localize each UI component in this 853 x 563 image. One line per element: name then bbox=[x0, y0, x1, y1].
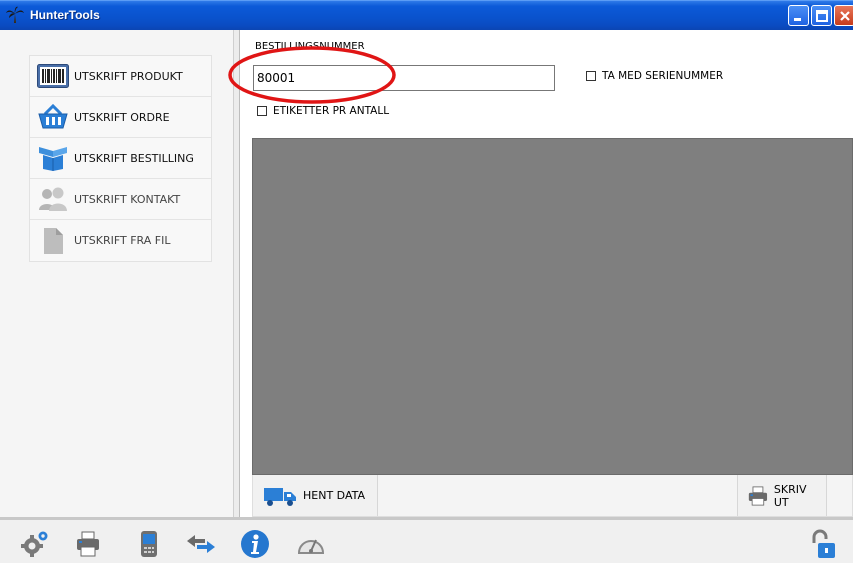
settings-button[interactable] bbox=[18, 528, 52, 560]
sync-button[interactable] bbox=[184, 528, 218, 560]
box-icon bbox=[36, 144, 70, 172]
checkbox-label: TA MED SERIENUMMER bbox=[602, 70, 724, 82]
sidebar-item-label: UTSKRIFT BESTILLING bbox=[74, 151, 194, 165]
printer-icon bbox=[77, 531, 99, 557]
highlight-ellipse bbox=[228, 46, 396, 104]
handheld-device-icon bbox=[141, 531, 157, 557]
close-button[interactable] bbox=[834, 5, 853, 26]
info-icon bbox=[241, 530, 269, 558]
print-button[interactable]: SKRIV UT bbox=[737, 475, 827, 516]
speedometer-icon bbox=[297, 539, 325, 554]
device-button[interactable] bbox=[132, 528, 166, 560]
print-label: SKRIV UT bbox=[773, 482, 807, 509]
unlock-button[interactable] bbox=[806, 528, 840, 560]
basket-icon bbox=[36, 103, 70, 131]
palm-tree-icon bbox=[6, 6, 24, 23]
sidebar-item-print-purchase[interactable]: UTSKRIFT BESTILLING bbox=[30, 138, 211, 179]
contacts-icon bbox=[36, 185, 70, 213]
maximize-icon bbox=[816, 10, 828, 22]
printer-toolbar-button[interactable] bbox=[71, 528, 105, 560]
sidebar-item-print-order[interactable]: UTSKRIFT ORDRE bbox=[30, 97, 211, 138]
delivery-truck-icon bbox=[264, 487, 296, 506]
printer-icon bbox=[748, 485, 768, 506]
minimize-icon bbox=[794, 18, 801, 21]
window-title: HunterTools bbox=[30, 8, 100, 22]
fetch-data-button[interactable]: HENT DATA bbox=[253, 475, 378, 516]
sidebar-item-label: UTSKRIFT FRA FIL bbox=[74, 234, 171, 247]
sidebar-item-print-from-file[interactable]: UTSKRIFT FRA FIL bbox=[30, 220, 211, 261]
speedometer-button[interactable] bbox=[294, 528, 328, 560]
include-serial-checkbox[interactable]: TA MED SERIENUMMER bbox=[586, 70, 723, 82]
settings-icon bbox=[21, 531, 48, 557]
bottom-toolbar bbox=[0, 517, 853, 563]
barcode-icon bbox=[36, 62, 70, 90]
close-icon bbox=[840, 11, 850, 21]
sidebar: UTSKRIFT PRODUKT UTSKRIFT ORDRE UTSKRIFT… bbox=[0, 30, 234, 517]
fetch-data-label: HENT DATA bbox=[303, 489, 366, 502]
info-button[interactable] bbox=[238, 528, 272, 560]
sidebar-item-label: UTSKRIFT ORDRE bbox=[74, 110, 170, 124]
checkbox-label: ETIKETTER PR ANTALL bbox=[273, 105, 390, 117]
maximize-button[interactable] bbox=[811, 5, 832, 26]
file-icon bbox=[36, 227, 70, 255]
unlock-icon bbox=[812, 529, 835, 558]
minimize-button[interactable] bbox=[788, 5, 809, 26]
sidebar-item-print-product[interactable]: UTSKRIFT PRODUKT bbox=[30, 56, 211, 97]
sidebar-item-print-contact[interactable]: UTSKRIFT KONTAKT bbox=[30, 179, 211, 220]
print-preview-area bbox=[252, 138, 853, 475]
checkbox-box[interactable] bbox=[257, 106, 267, 116]
labels-per-qty-checkbox[interactable]: ETIKETTER PR ANTALL bbox=[257, 105, 389, 117]
checkbox-box[interactable] bbox=[586, 71, 596, 81]
sync-arrows-icon bbox=[187, 535, 215, 553]
sidebar-item-label: UTSKRIFT PRODUKT bbox=[74, 69, 183, 83]
window-titlebar[interactable]: HunterTools bbox=[0, 0, 853, 30]
sidebar-item-label: UTSKRIFT KONTAKT bbox=[74, 192, 181, 206]
main-panel: BESTILLINGSNUMMER TA MED SERIENUMMER ETI… bbox=[228, 30, 853, 517]
print-menu: UTSKRIFT PRODUKT UTSKRIFT ORDRE UTSKRIFT… bbox=[29, 55, 212, 262]
action-bar: HENT DATA SKRIV UT bbox=[252, 475, 853, 517]
